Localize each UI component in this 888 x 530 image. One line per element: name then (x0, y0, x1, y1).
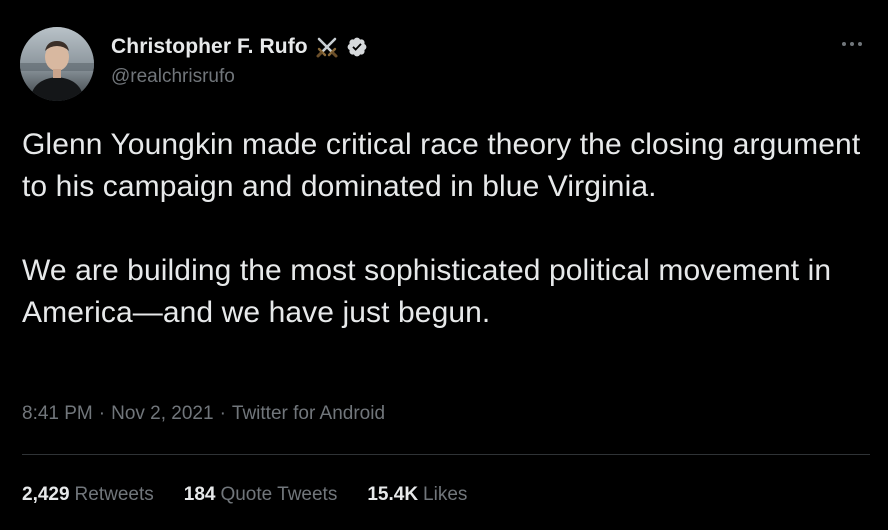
quote-tweets-stat[interactable]: 184 Quote Tweets (184, 484, 338, 506)
meta-separator: · (219, 403, 226, 424)
verified-badge-icon (346, 36, 368, 58)
retweets-stat[interactable]: 2,429 Retweets (22, 484, 154, 506)
avatar-photo (20, 27, 94, 101)
quote-tweets-label: Quote Tweets (220, 484, 338, 505)
divider (22, 454, 870, 455)
avatar[interactable] (20, 27, 94, 101)
tweet-time[interactable]: 8:41 PM (22, 403, 93, 425)
retweets-label: Retweets (74, 484, 154, 505)
more-horizontal-icon (842, 42, 862, 46)
likes-count: 15.4K (367, 484, 419, 505)
author-handle[interactable]: @realchrisrufo (111, 66, 368, 88)
tweet-source[interactable]: Twitter for Android (232, 403, 385, 425)
meta-separator: · (98, 403, 106, 424)
tweet-paragraph-1: Glenn Youngkin made critical race theory… (22, 128, 869, 203)
more-options-button[interactable] (838, 34, 866, 54)
tweet-text: Glenn Youngkin made critical race theory… (22, 124, 862, 334)
name-row: Christopher F. Rufo (111, 32, 368, 62)
likes-stat[interactable]: 15.4K Likes (367, 484, 467, 506)
tweet-meta: 8:41 PM · Nov 2, 2021 · Twitter for Andr… (22, 401, 385, 427)
quote-tweets-count: 184 (183, 484, 216, 505)
tweet-paragraph-2: We are building the most sophisticated p… (22, 254, 838, 329)
crossed-swords-icon (314, 34, 340, 60)
tweet-stats: 2,429 Retweets 184 Quote Tweets 15.4K Li… (22, 481, 497, 509)
author-names: Christopher F. Rufo @realchrisrufo (111, 32, 368, 88)
likes-label: Likes (423, 484, 468, 505)
author-display-name[interactable]: Christopher F. Rufo (111, 35, 308, 59)
tweet-date[interactable]: Nov 2, 2021 (111, 403, 213, 425)
retweets-count: 2,429 (22, 484, 70, 505)
tweet-header: Christopher F. Rufo @realchrisrufo (20, 26, 368, 102)
tweet-card: Christopher F. Rufo @realchrisrufo Glenn… (0, 0, 888, 530)
